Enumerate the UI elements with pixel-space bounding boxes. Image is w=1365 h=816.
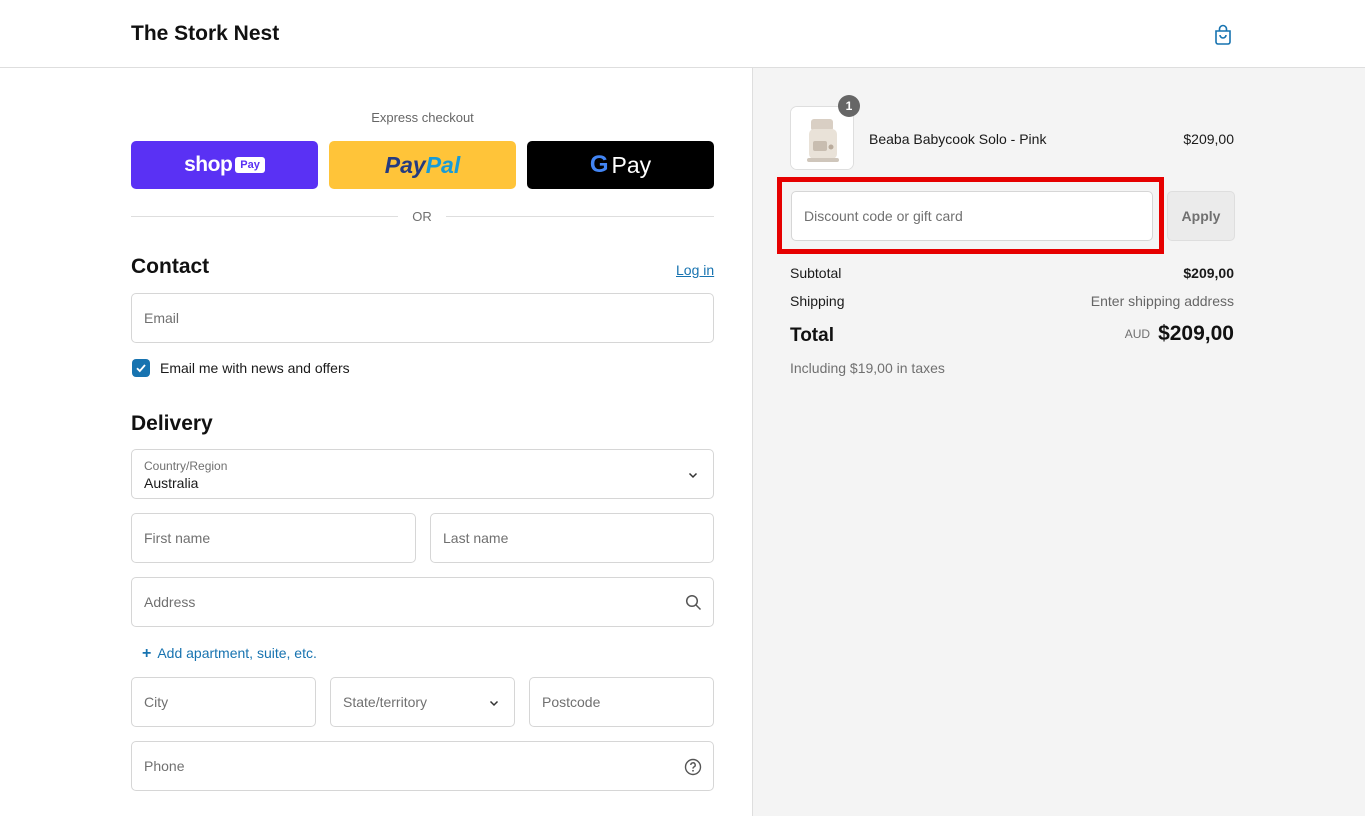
subtotal-label: Subtotal — [790, 265, 842, 281]
google-pay-button[interactable]: G Pay — [527, 141, 714, 189]
or-divider-right — [446, 216, 714, 217]
newsletter-label: Email me with news and offers — [160, 360, 350, 376]
add-apartment-link[interactable]: + Add apartment, suite, etc. — [142, 645, 317, 663]
paypal-logo-pal: Pal — [425, 151, 461, 178]
total-amount: $209,00 — [1158, 322, 1234, 345]
address-field[interactable]: Address — [131, 577, 714, 627]
email-placeholder: Email — [144, 310, 180, 326]
shop-pay-badge: Pay — [235, 157, 265, 173]
postcode-placeholder: Postcode — [542, 694, 601, 710]
or-divider-left — [131, 216, 398, 217]
or-divider-text: OR — [412, 209, 432, 224]
state-select[interactable]: State/territory — [330, 677, 515, 727]
add-apartment-label: Add apartment, suite, etc. — [157, 645, 317, 661]
shopping-bag-icon[interactable] — [1212, 24, 1234, 46]
header: The Stork Nest — [0, 0, 1365, 68]
paypal-button[interactable]: PayPal — [329, 141, 516, 189]
city-placeholder: City — [144, 694, 169, 710]
address-placeholder: Address — [144, 594, 196, 610]
store-name[interactable]: The Stork Nest — [131, 22, 279, 46]
email-field[interactable]: Email — [131, 293, 714, 343]
search-icon — [685, 594, 702, 611]
checkmark-icon — [136, 364, 146, 373]
currency-code: AUD — [1124, 327, 1151, 341]
discount-code-field[interactable]: Discount code or gift card — [791, 191, 1153, 241]
last-name-field[interactable]: Last name — [430, 513, 714, 563]
chevron-down-icon — [489, 700, 499, 707]
newsletter-checkbox[interactable] — [132, 359, 150, 377]
phone-field[interactable]: Phone — [131, 741, 714, 791]
postcode-field[interactable]: Postcode — [529, 677, 714, 727]
product-price: $209,00 — [1183, 131, 1234, 147]
paypal-logo-pay: Pay — [384, 151, 426, 178]
login-link[interactable]: Log in — [676, 262, 714, 278]
product-name: Beaba Babycook Solo - Pink — [869, 131, 1047, 147]
contact-title: Contact — [131, 255, 210, 278]
first-name-field[interactable]: First name — [131, 513, 416, 563]
subtotal-value: $209,00 — [1183, 265, 1234, 281]
google-pay-label: Pay — [611, 151, 652, 178]
total-label: Total — [790, 325, 834, 346]
last-name-placeholder: Last name — [443, 530, 509, 546]
country-select[interactable]: Country/Region Australia — [131, 449, 714, 499]
shop-pay-logo: shop — [184, 153, 233, 176]
shipping-value: Enter shipping address — [1090, 293, 1234, 309]
plus-icon: + — [142, 645, 152, 662]
first-name-placeholder: First name — [144, 530, 211, 546]
google-g-icon: G — [589, 151, 609, 178]
city-field[interactable]: City — [131, 677, 316, 727]
country-label: Country/Region — [144, 459, 228, 473]
shop-pay-button[interactable]: shop Pay — [131, 141, 318, 189]
total-amount-group: AUD $209,00 — [1000, 322, 1234, 346]
quantity-badge: 1 — [838, 95, 860, 117]
shipping-label: Shipping — [790, 293, 845, 309]
delivery-title: Delivery — [131, 412, 213, 435]
country-value: Australia — [144, 475, 199, 491]
paypal-logo: PayPal — [385, 152, 460, 179]
chevron-down-icon — [688, 472, 698, 479]
help-icon[interactable] — [684, 758, 702, 776]
discount-placeholder: Discount code or gift card — [804, 208, 963, 224]
express-checkout-label: Express checkout — [371, 110, 474, 125]
taxes-note: Including $19,00 in taxes — [790, 360, 945, 376]
apply-discount-button[interactable]: Apply — [1167, 191, 1235, 241]
phone-placeholder: Phone — [144, 758, 185, 774]
state-placeholder: State/territory — [343, 694, 428, 710]
